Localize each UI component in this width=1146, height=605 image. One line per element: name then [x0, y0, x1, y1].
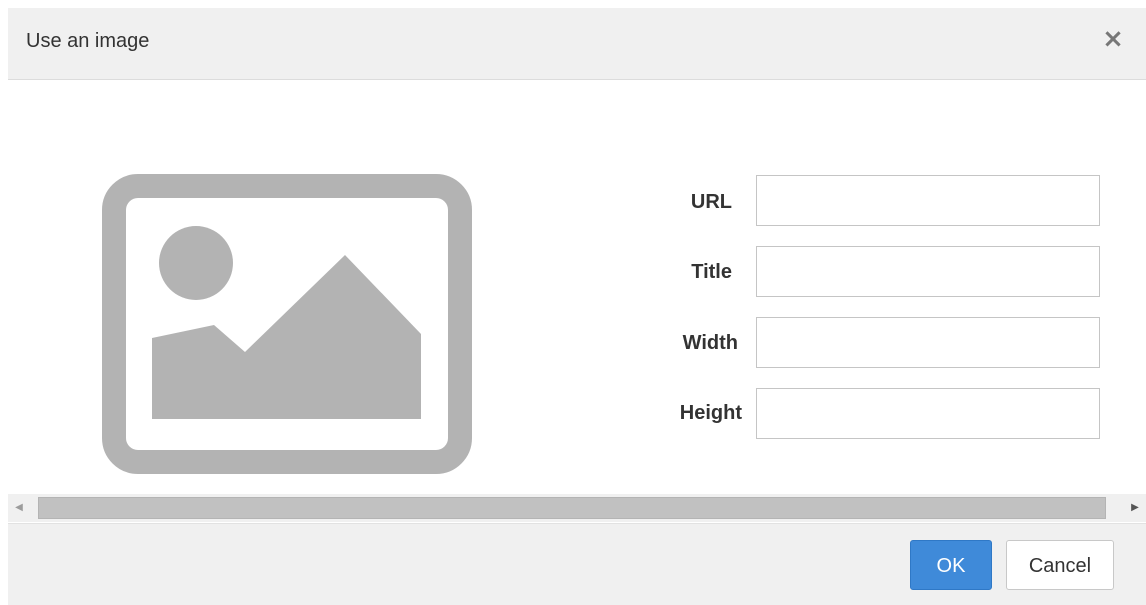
horizontal-scrollbar[interactable]: ◀ ▶	[8, 494, 1146, 522]
scrollbar-thumb[interactable]	[38, 497, 1106, 519]
cancel-button[interactable]: Cancel	[1006, 540, 1114, 590]
dialog-header: Use an image ×	[8, 8, 1146, 80]
title-input[interactable]	[756, 246, 1100, 297]
height-label: Height	[679, 402, 742, 424]
width-input[interactable]	[756, 317, 1100, 368]
scroll-right-icon[interactable]: ▶	[1124, 494, 1146, 522]
image-placeholder-icon	[102, 174, 472, 474]
height-input[interactable]	[756, 388, 1100, 439]
width-label: Width	[682, 332, 738, 354]
image-dialog: Use an image × URL Title Width Height ◀ …	[8, 8, 1146, 605]
dialog-footer: OK Cancel	[8, 523, 1146, 605]
close-icon[interactable]: ×	[1098, 24, 1128, 54]
dialog-title: Use an image	[26, 30, 150, 52]
title-label: Title	[691, 261, 732, 283]
url-input[interactable]	[756, 175, 1100, 226]
ok-button[interactable]: OK	[910, 540, 992, 590]
url-label: URL	[690, 191, 732, 213]
scroll-left-icon[interactable]: ◀	[8, 494, 30, 522]
